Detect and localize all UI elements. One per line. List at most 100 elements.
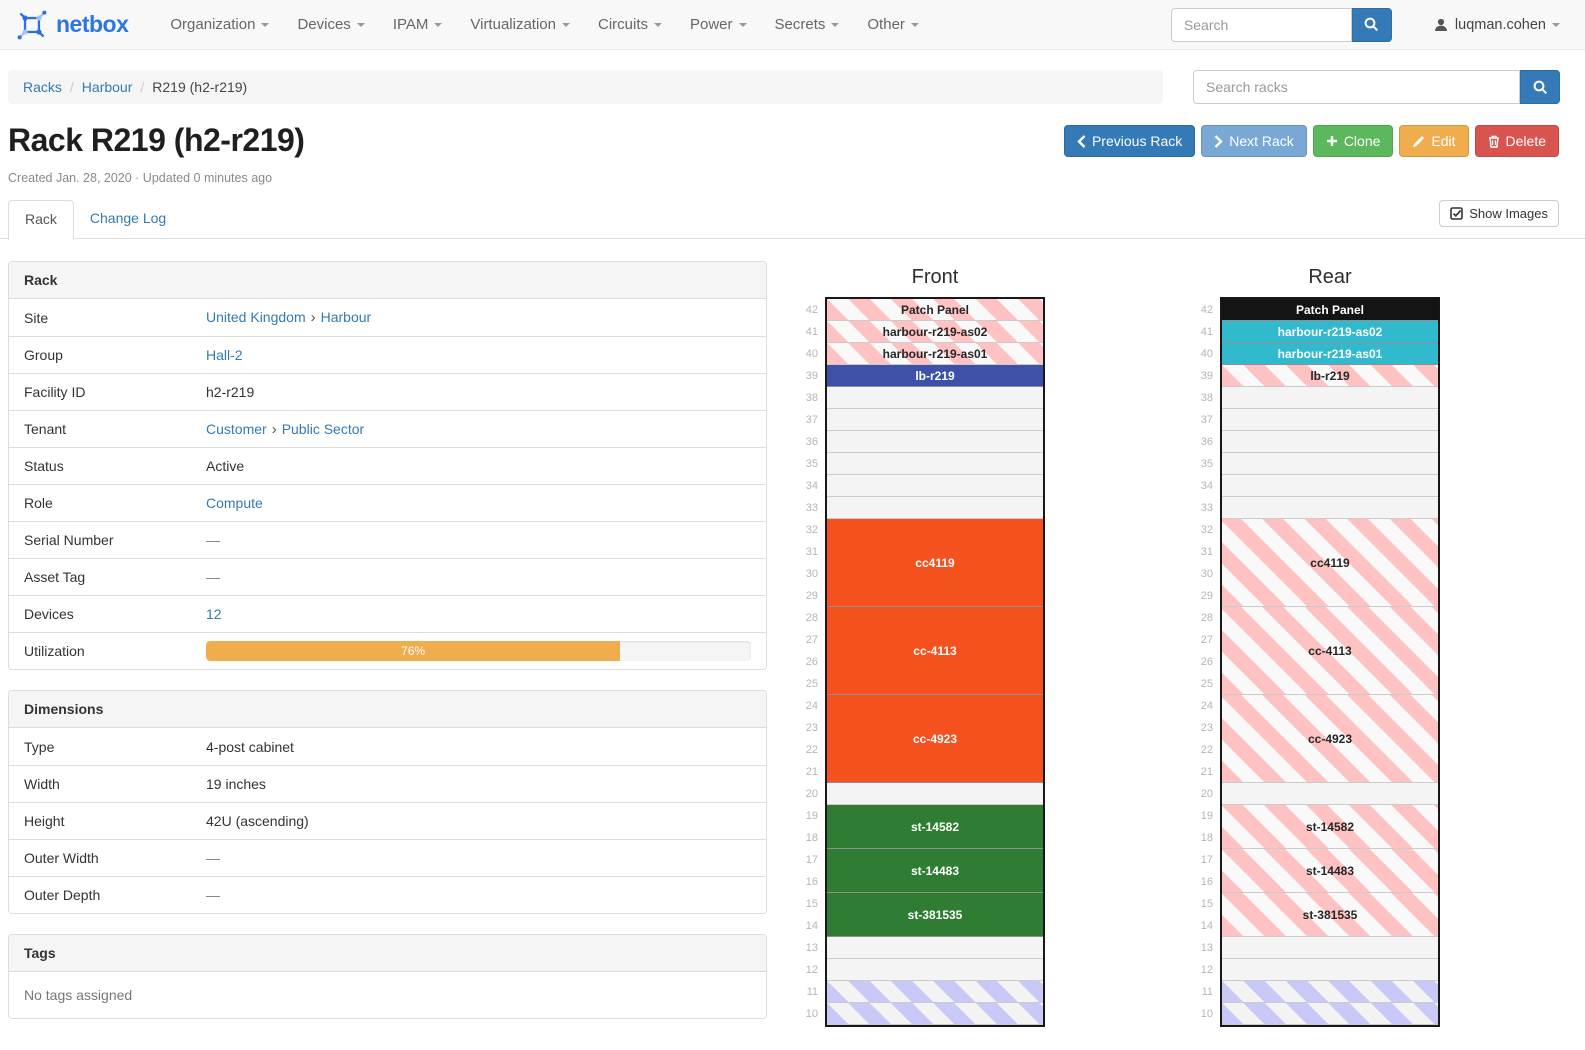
nav-item-organization[interactable]: Organization (156, 0, 283, 50)
rack-device[interactable]: Patch Panel (827, 299, 1043, 321)
table-row: Asset Tag— (9, 558, 766, 595)
tab-bar: Rack Change Log Show Images (0, 200, 1585, 239)
rack-device[interactable]: lb-r219 (827, 365, 1043, 387)
delete-button[interactable]: Delete (1475, 125, 1559, 157)
nav-item-secrets[interactable]: Secrets (761, 0, 854, 50)
caret-down-icon (434, 23, 442, 27)
nav-item-power[interactable]: Power (676, 0, 761, 50)
dimensions-panel-title: Dimensions (9, 691, 766, 728)
value-link[interactable]: Harbour (321, 309, 372, 325)
breadcrumb-current: R219 (h2-r219) (152, 79, 247, 95)
rack-device[interactable]: cc4119 (827, 519, 1043, 607)
field-value: 4-post cabinet (206, 739, 751, 755)
value-link[interactable]: 12 (206, 606, 222, 622)
rack-device[interactable]: harbour-r219-as01 (827, 343, 1043, 365)
rack-device[interactable]: st-381535 (827, 893, 1043, 937)
device-label: cc-4113 (1308, 644, 1351, 658)
rack-device[interactable]: st-14582 (827, 805, 1043, 849)
value-link[interactable]: Customer (206, 421, 267, 437)
rack-device[interactable]: cc4119 (1222, 519, 1438, 607)
edit-button[interactable]: Edit (1399, 125, 1468, 157)
unit-number: 10 (1195, 1003, 1213, 1025)
unit-number: 29 (1195, 585, 1213, 607)
nav-item-label: Secrets (775, 16, 826, 33)
unit-number: 40 (1195, 343, 1213, 365)
value-text: › (267, 421, 282, 438)
rack-search-button[interactable] (1520, 70, 1560, 104)
breadcrumb-racks[interactable]: Racks (23, 79, 62, 95)
rack-device[interactable]: cc-4113 (827, 607, 1043, 695)
table-row: Devices12 (9, 595, 766, 632)
next-rack-button[interactable]: Next Rack (1201, 125, 1307, 157)
value-link[interactable]: Public Sector (282, 421, 364, 437)
rack-device[interactable]: harbour-r219-as01 (1222, 343, 1438, 365)
rack-search-input[interactable] (1193, 70, 1520, 104)
device-label: st-381535 (908, 908, 963, 922)
table-row: RoleCompute (9, 484, 766, 521)
rack-device[interactable]: cc-4113 (1222, 607, 1438, 695)
rack-unit (1222, 431, 1438, 453)
unit-number: 24 (1195, 695, 1213, 717)
unit-number: 14 (1195, 915, 1213, 937)
value-text: 42U (ascending) (206, 813, 309, 829)
unit-number: 18 (1195, 827, 1213, 849)
rack-device[interactable]: Patch Panel (1222, 299, 1438, 321)
nav-item-virtualization[interactable]: Virtualization (456, 0, 584, 50)
rack-device[interactable]: lb-r219 (1222, 365, 1438, 387)
delete-label: Delete (1506, 133, 1546, 149)
rack-device[interactable]: st-381535 (1222, 893, 1438, 937)
rear-rack-diagram: Patch Panelharbour-r219-as02harbour-r219… (1220, 297, 1440, 1027)
unit-number: 19 (800, 805, 818, 827)
field-label: Asset Tag (24, 569, 206, 585)
value-link[interactable]: United Kingdom (206, 309, 306, 325)
global-search-button[interactable] (1352, 8, 1392, 42)
unit-number: 22 (1195, 739, 1213, 761)
rack-device[interactable]: cc-4923 (1222, 695, 1438, 783)
unit-number: 15 (800, 893, 818, 915)
unit-number: 33 (1195, 497, 1213, 519)
show-images-button[interactable]: Show Images (1439, 200, 1559, 227)
navbar: netbox OrganizationDevicesIPAMVirtualiza… (0, 0, 1585, 50)
tab-change-log[interactable]: Change Log (74, 200, 182, 239)
unit-number: 13 (1195, 937, 1213, 959)
device-label: st-14582 (1306, 820, 1354, 834)
unit-number: 26 (800, 651, 818, 673)
rack-device[interactable]: st-14483 (1222, 849, 1438, 893)
chevron-left-icon (1077, 135, 1086, 148)
value-link[interactable]: Hall-2 (206, 347, 243, 363)
rack-device[interactable]: harbour-r219-as02 (827, 321, 1043, 343)
value-link[interactable]: Compute (206, 495, 263, 511)
caret-down-icon (562, 23, 570, 27)
unit-number: 42 (800, 299, 818, 321)
unit-number: 41 (800, 321, 818, 343)
rack-device[interactable]: st-14582 (1222, 805, 1438, 849)
breadcrumb-harbour[interactable]: Harbour (82, 79, 133, 95)
netbox-brand[interactable]: netbox (15, 8, 128, 42)
nav-item-other[interactable]: Other (853, 0, 933, 50)
tab-rack[interactable]: Rack (8, 200, 74, 240)
rack-unit (827, 497, 1043, 519)
table-row: Utilization76% (9, 632, 766, 669)
device-label: cc4119 (915, 556, 954, 570)
rear-unit-numbers: 4241403938373635343332313029282726252423… (1195, 297, 1220, 1027)
unit-number: 38 (800, 387, 818, 409)
user-menu[interactable]: luqman.cohen (1434, 17, 1560, 33)
value-text: — (206, 532, 220, 548)
rack-device[interactable]: harbour-r219-as02 (1222, 321, 1438, 343)
nav-item-circuits[interactable]: Circuits (584, 0, 676, 50)
unit-number: 35 (800, 453, 818, 475)
rack-unit (1222, 1003, 1438, 1025)
rear-elevation: Rear 42414039383736353433323130292827262… (1195, 261, 1440, 1039)
unit-number: 32 (1195, 519, 1213, 541)
nav-item-devices[interactable]: Devices (283, 0, 378, 50)
unit-number: 13 (800, 937, 818, 959)
clone-button[interactable]: Clone (1313, 125, 1394, 157)
rack-device[interactable]: cc-4923 (827, 695, 1043, 783)
device-label: cc4119 (1310, 556, 1349, 570)
previous-rack-button[interactable]: Previous Rack (1064, 125, 1195, 157)
rack-unit (1222, 409, 1438, 431)
nav-item-ipam[interactable]: IPAM (379, 0, 457, 50)
unit-number: 26 (1195, 651, 1213, 673)
global-search-input[interactable] (1171, 8, 1352, 42)
rack-device[interactable]: st-14483 (827, 849, 1043, 893)
